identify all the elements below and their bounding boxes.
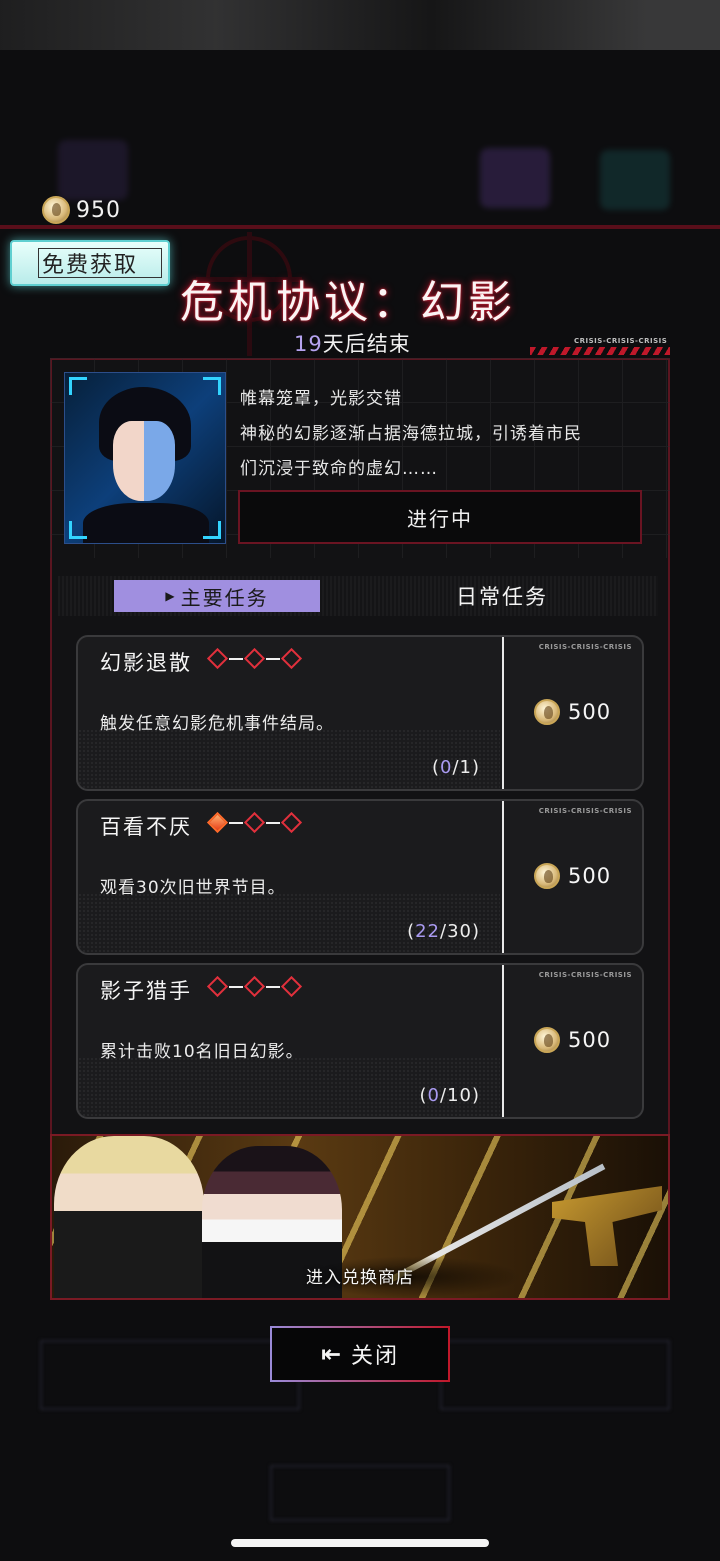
event-title: 危机协议：幻影 bbox=[180, 277, 516, 328]
background-button bbox=[270, 1465, 450, 1521]
background-icon bbox=[58, 140, 128, 200]
quest-title: 影子猎手 bbox=[100, 979, 192, 1003]
card-divider bbox=[502, 637, 504, 789]
exit-icon: ⇤ bbox=[320, 1340, 344, 1368]
diamond-icon bbox=[280, 647, 303, 670]
scan-bracket bbox=[203, 377, 221, 395]
rating-connector bbox=[266, 657, 280, 660]
portrait-suit bbox=[83, 503, 209, 543]
event-status-button[interactable]: 进行中 bbox=[238, 490, 642, 544]
free-get-label: 免费获取 bbox=[41, 253, 138, 278]
description-line: 神秘的幻影逐渐占据海德拉城，引诱着市民 bbox=[240, 424, 582, 444]
background-button bbox=[40, 1340, 300, 1410]
tab-daily-label: 日常任务 bbox=[456, 585, 548, 609]
caret-right-icon: ▶ bbox=[165, 589, 177, 603]
quest-card[interactable]: 影子猎手 累计击败10名旧日幻影。 (0/10) CRISIS-CRISIS-C… bbox=[76, 963, 644, 1119]
quest-progress: (0/10) bbox=[420, 1085, 480, 1106]
quest-reward: 500 bbox=[534, 1027, 611, 1053]
scan-bracket bbox=[69, 377, 87, 395]
reward-amount: 500 bbox=[568, 864, 612, 888]
quest-progress: (0/1) bbox=[432, 757, 480, 778]
background-header bbox=[0, 0, 720, 50]
diamond-icon bbox=[243, 811, 266, 834]
event-countdown: 19天后结束 bbox=[294, 328, 411, 358]
progress-open: ( bbox=[431, 757, 440, 778]
background-icon bbox=[480, 148, 550, 208]
progress-current: 22 bbox=[415, 921, 440, 942]
progress-open: ( bbox=[419, 1085, 428, 1106]
background-button bbox=[440, 1340, 670, 1410]
diamond-icon bbox=[243, 975, 266, 998]
tab-main-label: 主要任务 bbox=[180, 585, 269, 610]
diamond-icon bbox=[243, 647, 266, 670]
exchange-shop-banner[interactable]: 进入兑换商店 bbox=[50, 1134, 670, 1300]
quest-description: 累计击败10名旧日幻影。 bbox=[100, 1042, 304, 1062]
difficulty-rating bbox=[206, 811, 303, 834]
reward-amount: 500 bbox=[568, 1028, 612, 1052]
character-portrait bbox=[64, 372, 226, 544]
difficulty-rating bbox=[206, 975, 303, 998]
diamond-icon bbox=[206, 647, 229, 670]
description-line: 帷幕笼罩，光影交错 bbox=[240, 389, 402, 409]
quest-title: 幻影退散 bbox=[100, 651, 192, 675]
rating-connector bbox=[266, 821, 280, 824]
description-line: 们沉浸于致命的虚幻…… bbox=[240, 459, 438, 479]
crisis-label: CRISIS-CRISIS-CRISIS bbox=[574, 337, 668, 345]
rating-connector bbox=[229, 821, 243, 824]
scan-bracket bbox=[69, 521, 87, 539]
event-description: 帷幕笼罩，光影交错 神秘的幻影逐渐占据海德拉城，引诱着市民 们沉浸于致命的虚幻…… bbox=[240, 382, 660, 487]
portrait-face bbox=[113, 421, 175, 501]
diamond-icon bbox=[206, 975, 229, 998]
quest-description: 触发任意幻影危机事件结局。 bbox=[100, 714, 334, 734]
shop-label: 进入兑换商店 bbox=[306, 1268, 414, 1288]
background-strip bbox=[0, 225, 720, 229]
quest-description: 观看30次旧世界节目。 bbox=[100, 878, 286, 898]
quest-progress: (22/30) bbox=[407, 921, 480, 942]
quest-title: 百看不厌 bbox=[100, 815, 192, 839]
progress-total: /1) bbox=[452, 757, 480, 778]
status-label: 进行中 bbox=[407, 506, 473, 531]
quest-card[interactable]: 百看不厌 观看30次旧世界节目。 (22/30) CRISIS-CRISIS-C… bbox=[76, 799, 644, 955]
currency-amount: 950 bbox=[76, 197, 121, 223]
background-icon bbox=[600, 150, 670, 210]
progress-total: /10) bbox=[440, 1085, 480, 1106]
quest-reward: 500 bbox=[534, 699, 611, 725]
crisis-label: CRISIS-CRISIS-CRISIS bbox=[538, 807, 632, 815]
currency-display: 950 bbox=[42, 196, 121, 224]
countdown-days: 19 bbox=[294, 332, 323, 356]
rating-connector bbox=[229, 985, 243, 988]
crisis-label: CRISIS-CRISIS-CRISIS bbox=[538, 643, 632, 651]
tab-main-quests[interactable]: ▶ 主要任务 bbox=[114, 580, 320, 612]
progress-current: 0 bbox=[427, 1085, 440, 1106]
countdown-suffix: 天后结束 bbox=[322, 332, 411, 356]
quest-reward: 500 bbox=[534, 863, 611, 889]
coin-icon bbox=[534, 1027, 560, 1053]
reward-amount: 500 bbox=[568, 700, 612, 724]
coin-icon bbox=[534, 863, 560, 889]
coin-icon bbox=[534, 699, 560, 725]
progress-current: 0 bbox=[440, 757, 453, 778]
home-indicator[interactable] bbox=[231, 1539, 489, 1547]
quest-card[interactable]: 幻影退散 触发任意幻影危机事件结局。 (0/1) CRISIS-CRISIS-C… bbox=[76, 635, 644, 791]
progress-open: ( bbox=[407, 921, 416, 942]
scan-bracket bbox=[203, 521, 221, 539]
diamond-icon bbox=[280, 975, 303, 998]
crisis-label: CRISIS-CRISIS-CRISIS bbox=[538, 971, 632, 979]
difficulty-rating bbox=[206, 647, 303, 670]
card-divider bbox=[502, 801, 504, 953]
hazard-stripes bbox=[530, 347, 670, 355]
coin-icon bbox=[42, 196, 70, 224]
close-label: 关闭 bbox=[351, 1344, 400, 1369]
rating-connector bbox=[266, 985, 280, 988]
progress-total: /30) bbox=[440, 921, 480, 942]
diamond-filled-icon bbox=[206, 811, 229, 834]
card-divider bbox=[502, 965, 504, 1117]
rating-connector bbox=[229, 657, 243, 660]
free-get-button[interactable]: 免费获取 bbox=[10, 240, 170, 286]
diamond-icon bbox=[280, 811, 303, 834]
close-button[interactable]: ⇤ 关闭 bbox=[270, 1326, 450, 1382]
tab-daily-quests[interactable]: 日常任务 bbox=[412, 578, 592, 614]
